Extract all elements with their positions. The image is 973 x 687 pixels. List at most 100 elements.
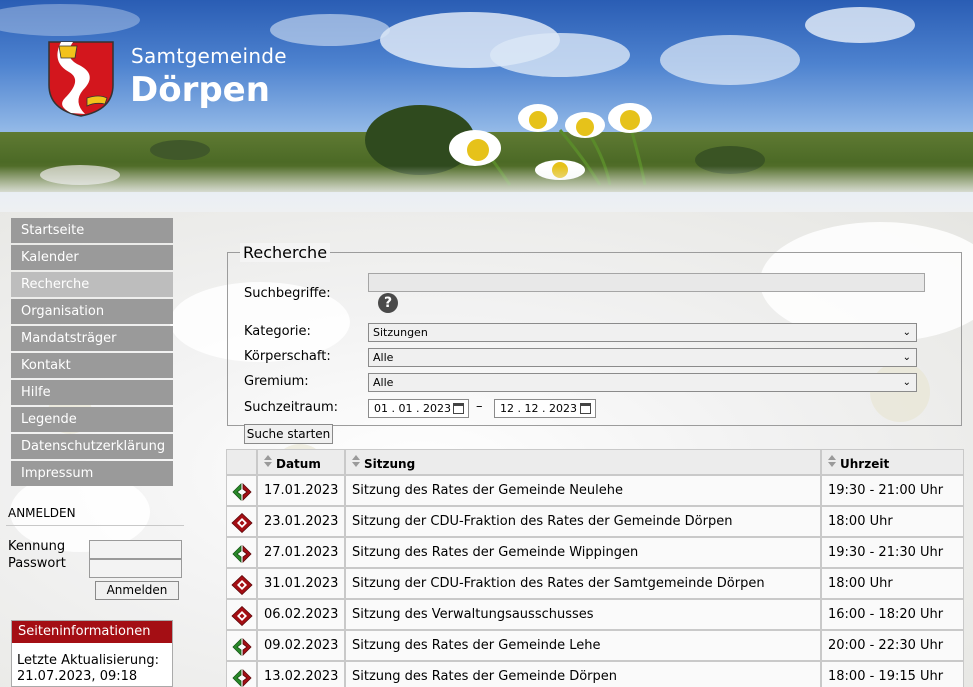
- sort-icon[interactable]: [827, 454, 837, 468]
- nav-item-legende[interactable]: Legende: [11, 407, 173, 432]
- row-time: 19:30 - 21:00 Uhr: [821, 475, 964, 506]
- login-button[interactable]: Anmelden: [95, 581, 179, 600]
- password-input[interactable]: [89, 559, 182, 578]
- row-date: 17.01.2023: [257, 475, 345, 506]
- row-icon-cell: [226, 661, 257, 687]
- chevron-down-icon: ⌄: [902, 327, 911, 338]
- body-label: Körperschaft:: [244, 349, 331, 364]
- sidebar-nav: Startseite Kalender Recherche Organisati…: [11, 218, 173, 488]
- table-row[interactable]: 31.01.2023 Sitzung der CDU-Fraktion des R…: [226, 568, 964, 599]
- row-date: 06.02.2023: [257, 599, 345, 630]
- sort-icon[interactable]: [263, 454, 273, 468]
- nav-item-impressum[interactable]: Impressum: [11, 461, 173, 486]
- committee-select-value: Alle: [373, 376, 394, 389]
- period-separator: –: [476, 399, 483, 414]
- row-icon-cell: [226, 568, 257, 599]
- committee-label: Gremium:: [244, 374, 309, 389]
- search-legend: Recherche: [240, 243, 331, 262]
- nav-item-kontakt[interactable]: Kontakt: [11, 353, 173, 378]
- date-to-input[interactable]: 12 . 12 . 2023: [494, 399, 596, 418]
- page-info-heading: Seiteninformationen: [12, 621, 172, 643]
- row-date: 13.02.2023: [257, 661, 345, 687]
- chevron-down-icon: ⌄: [902, 352, 911, 363]
- table-row[interactable]: 09.02.2023 Sitzung des Rates der Gemeinde…: [226, 630, 964, 661]
- category-label: Kategorie:: [244, 324, 311, 339]
- row-title-link[interactable]: Sitzung der CDU-Fraktion des Rates der G…: [345, 506, 821, 537]
- row-time: 18:00 Uhr: [821, 568, 964, 599]
- search-term-input[interactable]: [368, 273, 925, 292]
- calendar-icon[interactable]: [580, 403, 591, 414]
- nav-item-datenschutz[interactable]: Datenschutzerklärung: [11, 434, 173, 459]
- date-from-value: 01 . 01 . 2023: [374, 402, 451, 415]
- row-date: 09.02.2023: [257, 630, 345, 661]
- row-date: 31.01.2023: [257, 568, 345, 599]
- row-title-link[interactable]: Sitzung der CDU-Fraktion des Rates der S…: [345, 568, 821, 599]
- chevron-down-icon: ⌄: [902, 377, 911, 388]
- date-to-value: 12 . 12 . 2023: [500, 402, 577, 415]
- row-icon-cell: [226, 506, 257, 537]
- body-select[interactable]: Alle ⌄: [368, 348, 917, 367]
- arrows-icon[interactable]: [231, 637, 253, 657]
- committee-select[interactable]: Alle ⌄: [368, 373, 917, 392]
- table-row[interactable]: 13.02.2023 Sitzung des Rates der Gemeinde…: [226, 661, 964, 687]
- coat-of-arms-logo: [48, 41, 114, 117]
- row-title-link[interactable]: Sitzung des Rates der Gemeinde Dörpen: [345, 661, 821, 687]
- last-updated-label: Letzte Aktualisierung:: [17, 653, 159, 668]
- search-submit-button[interactable]: Suche starten: [244, 424, 333, 444]
- row-time: 18:00 Uhr: [821, 506, 964, 537]
- nav-item-startseite[interactable]: Startseite: [11, 218, 173, 243]
- period-label: Suchzeitraum:: [244, 400, 339, 415]
- help-icon[interactable]: ?: [378, 293, 398, 313]
- row-icon-cell: [226, 537, 257, 568]
- row-title-link[interactable]: Sitzung des Rates der Gemeinde Neulehe: [345, 475, 821, 506]
- diamond-icon[interactable]: [231, 574, 253, 596]
- nav-item-hilfe[interactable]: Hilfe: [11, 380, 173, 405]
- arrows-icon[interactable]: [231, 668, 253, 687]
- password-label: Passwort: [8, 556, 66, 571]
- last-updated-value: 21.07.2023, 09:18: [17, 669, 138, 684]
- page-info-box: Seiteninformationen Letzte Aktualisierun…: [11, 620, 173, 687]
- table-row[interactable]: 23.01.2023 Sitzung der CDU-Fraktion des R…: [226, 506, 964, 537]
- arrows-icon[interactable]: [231, 544, 253, 564]
- username-label: Kennung: [8, 539, 66, 554]
- table-row[interactable]: 06.02.2023 Sitzung des Verwaltungsausschu…: [226, 599, 964, 630]
- nav-item-organisation[interactable]: Organisation: [11, 299, 173, 324]
- row-time: 18:00 - 19:15 Uhr: [821, 661, 964, 687]
- arrows-icon[interactable]: [231, 482, 253, 502]
- row-title-link[interactable]: Sitzung des Rates der Gemeinde Wippingen: [345, 537, 821, 568]
- nav-item-mandatstraeger[interactable]: Mandatsträger: [11, 326, 173, 351]
- column-header-sitzung[interactable]: Sitzung: [345, 449, 821, 475]
- row-time: 20:00 - 22:30 Uhr: [821, 630, 964, 661]
- table-row[interactable]: 27.01.2023 Sitzung des Rates der Gemeinde…: [226, 537, 964, 568]
- body-select-value: Alle: [373, 351, 394, 364]
- row-date: 27.01.2023: [257, 537, 345, 568]
- header-icon-cell: [226, 449, 257, 475]
- nav-item-recherche[interactable]: Recherche: [11, 272, 173, 297]
- row-icon-cell: [226, 599, 257, 630]
- nav-item-kalender[interactable]: Kalender: [11, 245, 173, 270]
- site-header: Samtgemeinde Dörpen: [0, 0, 973, 212]
- category-select[interactable]: Sitzungen ⌄: [368, 323, 917, 342]
- site-title: Dörpen: [130, 70, 270, 110]
- row-date: 23.01.2023: [257, 506, 345, 537]
- row-time: 19:30 - 21:30 Uhr: [821, 537, 964, 568]
- diamond-icon[interactable]: [231, 605, 253, 627]
- login-heading: ANMELDEN: [8, 506, 76, 520]
- site-subtitle: Samtgemeinde: [131, 44, 287, 68]
- login-divider: [6, 525, 184, 526]
- row-title-link[interactable]: Sitzung des Verwaltungsausschusses: [345, 599, 821, 630]
- column-header-datum[interactable]: Datum: [257, 449, 345, 475]
- row-icon-cell: [226, 475, 257, 506]
- category-select-value: Sitzungen: [373, 326, 428, 339]
- search-term-label: Suchbegriffe:: [244, 286, 331, 301]
- diamond-icon[interactable]: [231, 512, 253, 534]
- date-from-input[interactable]: 01 . 01 . 2023: [368, 399, 469, 418]
- row-time: 16:00 - 18:20 Uhr: [821, 599, 964, 630]
- table-row[interactable]: 17.01.2023 Sitzung des Rates der Gemeinde…: [226, 475, 964, 506]
- row-icon-cell: [226, 630, 257, 661]
- sort-icon[interactable]: [351, 454, 361, 468]
- calendar-icon[interactable]: [453, 403, 464, 414]
- column-header-uhrzeit[interactable]: Uhrzeit: [821, 449, 964, 475]
- username-input[interactable]: [89, 540, 182, 559]
- row-title-link[interactable]: Sitzung des Rates der Gemeinde Lehe: [345, 630, 821, 661]
